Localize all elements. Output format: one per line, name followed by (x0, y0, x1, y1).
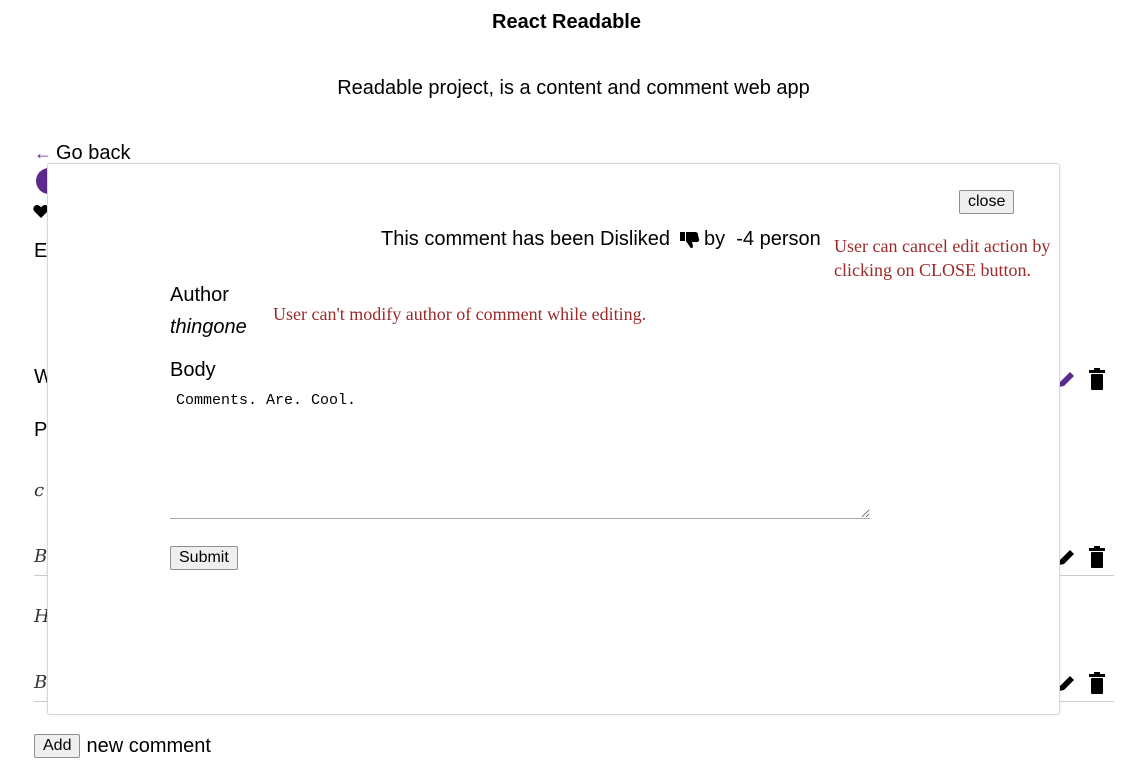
comment-fragment: B (34, 546, 48, 567)
trash-icon[interactable] (1089, 368, 1105, 390)
page-title: React Readable (492, 11, 641, 33)
submit-button[interactable]: Submit (170, 546, 238, 570)
pencil-icon[interactable] (1057, 369, 1077, 389)
author-label: Author (170, 284, 229, 306)
add-comment-button[interactable]: Add (34, 734, 81, 758)
edit-comment-modal: close This comment has been Disliked by … (47, 163, 1060, 715)
trash-icon[interactable] (1089, 672, 1105, 694)
trash-icon[interactable] (1089, 546, 1105, 568)
author-value: thingone (170, 316, 247, 338)
comment-fragment: B (34, 672, 48, 693)
comment-actions (1057, 546, 1105, 568)
go-back-link[interactable]: ← Go back (34, 142, 130, 165)
post-body-fragment: E (34, 240, 48, 262)
vote-count: -4 (736, 228, 755, 250)
close-button[interactable]: close (959, 190, 1015, 214)
comment-fragment: P (34, 419, 48, 441)
vote-by-text: by (704, 228, 726, 250)
page-subtitle: Readable project, is a content and comme… (337, 77, 810, 99)
pencil-icon[interactable] (1057, 673, 1077, 693)
comment-actions (1057, 368, 1105, 390)
vote-status-text: This comment has been Disliked (381, 228, 671, 250)
add-comment-row: Add new comment (34, 734, 211, 758)
thumbs-down-icon (680, 231, 700, 249)
go-back-label: Go back (56, 142, 131, 164)
vote-person-text: person (759, 228, 821, 250)
back-arrow-icon: ← (34, 143, 52, 163)
body-textarea[interactable]: Comments. Are. Cool. (170, 388, 870, 519)
pencil-icon[interactable] (1057, 547, 1077, 567)
comment-fragment: c (34, 480, 45, 501)
body-label: Body (170, 359, 216, 381)
vote-status: This comment has been Disliked by -4 per… (381, 228, 821, 251)
close-annotation: User can cancel edit action by clicking … (834, 236, 1051, 280)
author-annotation: User can't modify author of comment whil… (273, 304, 647, 324)
add-comment-text: new comment (86, 734, 211, 757)
comment-actions (1057, 672, 1105, 694)
